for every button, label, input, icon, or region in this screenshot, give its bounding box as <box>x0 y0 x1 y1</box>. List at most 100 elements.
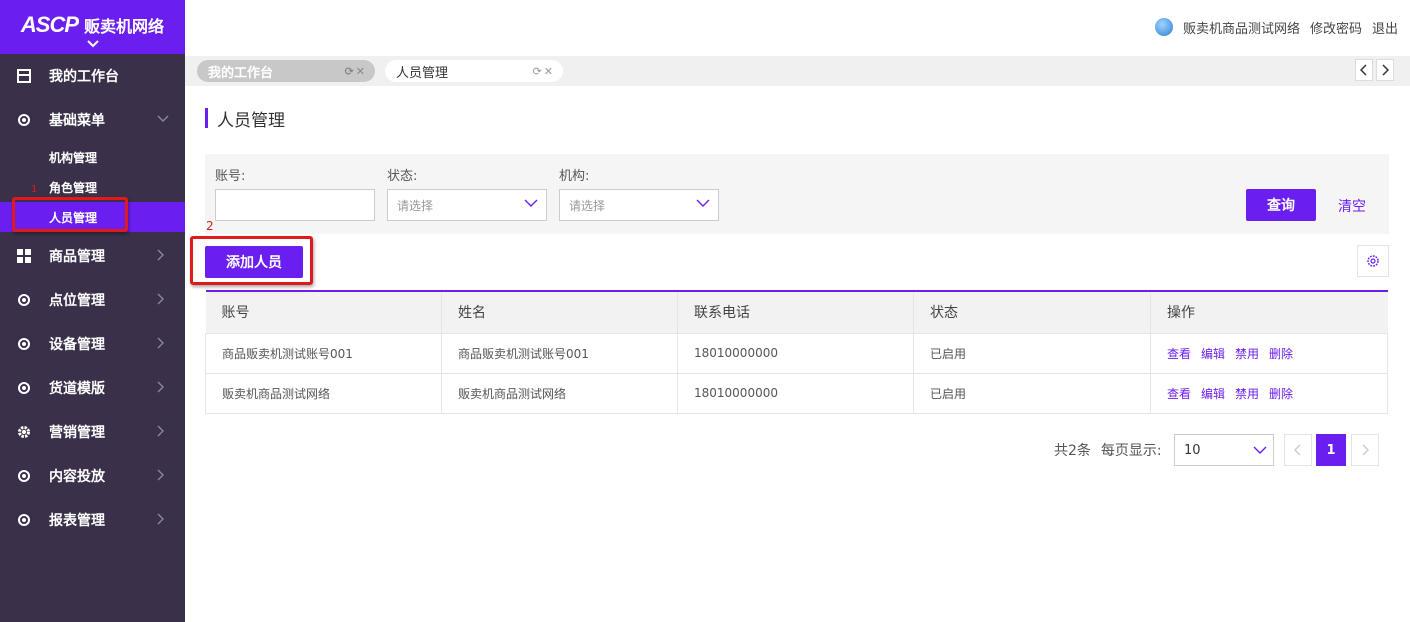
cell-name: 贩卖机商品测试网络 <box>441 372 678 413</box>
sidebar-item-lane-template[interactable]: 货道模版 <box>0 366 185 410</box>
sidebar-item-location[interactable]: 点位管理 <box>0 278 185 322</box>
sidebar-item-label: 营销管理 <box>49 425 105 441</box>
tab-label: 人员管理 <box>396 65 449 81</box>
sidebar-item-basic-menu[interactable]: 基础菜单 <box>0 98 185 142</box>
sidebar-item-marketing[interactable]: 营销管理 <box>0 410 185 454</box>
view-link[interactable]: 查看 <box>1167 387 1191 401</box>
column-header: 姓名 <box>441 291 678 333</box>
settings-gear-icon[interactable] <box>1357 245 1389 277</box>
column-header: 账号 <box>205 291 442 333</box>
gear-icon <box>16 424 32 440</box>
sub-label: 角色管理 <box>49 180 98 195</box>
change-password-link[interactable]: 修改密码 <box>1310 18 1362 37</box>
sidebar-item-goods[interactable]: 商品管理 <box>0 234 185 278</box>
edit-link[interactable]: 编辑 <box>1201 387 1225 401</box>
tab-scroll-left-icon[interactable] <box>1355 59 1373 81</box>
sidebar-item-label: 内容投放 <box>49 469 105 485</box>
grid-icon <box>16 248 32 264</box>
calendar-icon <box>16 68 32 84</box>
page-number-current[interactable]: 1 <box>1316 434 1346 466</box>
brand-logo[interactable]: ASCP 贩卖机网络 <box>0 0 185 54</box>
annotation-box-1 <box>12 197 128 232</box>
query-button[interactable]: 查询 <box>1246 189 1316 221</box>
staff-table: 账号 姓名 联系电话 状态 操作 商品贩卖机测试账号001 商品贩卖机测试账号0… <box>205 290 1388 414</box>
account-label: 账号: <box>215 169 246 184</box>
sidebar-subitem-org[interactable]: 机构管理 <box>0 142 185 172</box>
column-header: 状态 <box>913 291 1151 333</box>
view-link[interactable]: 查看 <box>1167 347 1191 361</box>
cell-status: 已启用 <box>913 332 1151 373</box>
brand-name: 贩卖机网络 <box>84 17 165 36</box>
column-header: 操作 <box>1167 305 1195 322</box>
annotation-label-2: 2 <box>206 219 214 233</box>
sidebar-item-label: 点位管理 <box>49 293 105 309</box>
chevron-right-icon <box>157 469 171 483</box>
sidebar-item-reports[interactable]: 报表管理 <box>0 498 185 542</box>
sidebar: ASCP 贩卖机网络 我的工作台 基础菜单 机构管理 角色管理 人员管理 商品管… <box>0 0 185 622</box>
circle-icon <box>16 512 32 528</box>
chevron-right-icon <box>157 425 171 439</box>
cell-status: 已启用 <box>913 372 1151 413</box>
refresh-close-icon[interactable]: ⟳✕ <box>345 65 367 78</box>
chevron-down-icon <box>1253 443 1267 461</box>
top-bar: 贩卖机商品测试网络 修改密码 退出 <box>185 0 1410 54</box>
cell-phone: 18010000000 <box>677 372 914 413</box>
tab-staff[interactable]: 人员管理 ⟳✕ <box>385 60 563 82</box>
total-count: 共2条 <box>1054 443 1091 459</box>
edit-link[interactable]: 编辑 <box>1201 347 1225 361</box>
chevron-down-icon[interactable] <box>86 40 99 51</box>
disable-link[interactable]: 禁用 <box>1235 347 1259 361</box>
tab-workbench[interactable]: 我的工作台 ⟳✕ <box>197 60 375 82</box>
pagination: 共2条 每页显示: <box>1054 434 1162 466</box>
cell-name: 商品贩卖机测试账号001 <box>441 332 678 373</box>
circle-icon <box>16 292 32 308</box>
refresh-close-icon[interactable]: ⟳✕ <box>533 65 555 78</box>
logout-link[interactable]: 退出 <box>1372 18 1398 37</box>
column-header: 联系电话 <box>677 291 914 333</box>
chevron-up-icon <box>157 113 171 127</box>
sidebar-item-content[interactable]: 内容投放 <box>0 454 185 498</box>
cell-ops: 查看 编辑 禁用 删除 <box>1150 332 1388 373</box>
globe-icon <box>1154 18 1173 36</box>
sidebar-item-label: 设备管理 <box>49 337 105 353</box>
next-page-icon[interactable] <box>1351 434 1379 466</box>
sub-label: 机构管理 <box>49 150 98 165</box>
sidebar-item-workbench[interactable]: 我的工作台 <box>0 54 185 98</box>
tab-scroll-right-icon[interactable] <box>1376 59 1394 81</box>
table-header-row: 账号 姓名 联系电话 状态 操作 <box>205 291 1388 333</box>
user-name[interactable]: 贩卖机商品测试网络 <box>1183 18 1300 37</box>
sidebar-item-label: 我的工作台 <box>49 69 119 85</box>
cell-account: 商品贩卖机测试账号001 <box>205 332 442 373</box>
sidebar-item-label: 货道模版 <box>49 381 105 397</box>
status-select[interactable]: 请选择 <box>387 189 547 221</box>
annotation-label-1: 1 <box>31 184 38 195</box>
disable-link[interactable]: 禁用 <box>1235 387 1259 401</box>
page-size-select[interactable]: 10 <box>1174 434 1274 466</box>
account-input[interactable] <box>215 189 375 221</box>
circle-icon <box>16 336 32 352</box>
org-label: 机构: <box>559 169 590 184</box>
delete-link[interactable]: 删除 <box>1269 347 1293 361</box>
page-size-value: 10 <box>1184 442 1201 458</box>
tab-label: 我的工作台 <box>208 65 274 81</box>
cell-phone: 18010000000 <box>677 332 914 373</box>
add-staff-button[interactable]: 添加人员 <box>205 246 303 278</box>
sidebar-item-label: 报表管理 <box>49 513 105 529</box>
org-select[interactable]: 请选择 <box>559 189 719 221</box>
page-size-label: 每页显示: <box>1100 443 1162 459</box>
sidebar-item-device[interactable]: 设备管理 <box>0 322 185 366</box>
tab-bar: 我的工作台 ⟳✕ 人员管理 ⟳✕ <box>185 56 1410 86</box>
chevron-right-icon <box>157 293 171 307</box>
chevron-down-icon <box>696 196 710 210</box>
chevron-right-icon <box>157 337 171 351</box>
delete-link[interactable]: 删除 <box>1269 387 1293 401</box>
chevron-down-icon <box>524 196 538 210</box>
cell-ops: 查看 编辑 禁用 删除 <box>1150 372 1388 413</box>
table-row: 商品贩卖机测试账号001 商品贩卖机测试账号001 18010000000 已启… <box>205 332 1388 373</box>
circle-icon <box>16 112 32 128</box>
table-row: 贩卖机商品测试网络 贩卖机商品测试网络 18010000000 已启用 查看 编辑… <box>205 372 1388 413</box>
logo-mark: ASCP <box>20 12 79 37</box>
prev-page-icon[interactable] <box>1284 434 1312 466</box>
clear-button[interactable]: 清空 <box>1338 196 1366 216</box>
page-title: 人员管理 <box>205 107 285 131</box>
